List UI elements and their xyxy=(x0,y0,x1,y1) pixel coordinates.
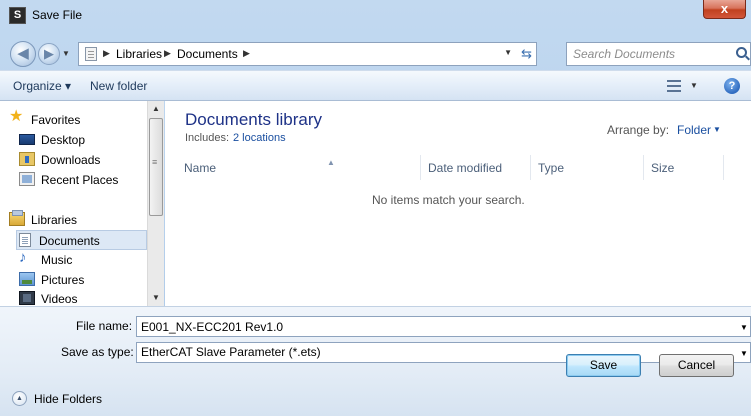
breadcrumb-documents[interactable]: Documents xyxy=(177,47,238,61)
arrange-by-label: Arrange by: xyxy=(607,123,670,137)
scroll-thumb[interactable] xyxy=(149,118,163,216)
change-view-icon[interactable] xyxy=(667,80,681,92)
column-header-type[interactable]: Type xyxy=(531,155,644,180)
scroll-up-icon[interactable]: ▲ xyxy=(148,101,164,117)
library-folder-icon xyxy=(85,47,97,61)
back-button[interactable]: ◀ xyxy=(10,41,36,67)
navigation-scrollbar[interactable]: ▲ ▼ xyxy=(147,101,164,306)
sidebar-item-music[interactable]: ♪ Music xyxy=(19,249,163,270)
includes-locations-link[interactable]: 2 locations xyxy=(233,132,286,144)
empty-list-message: No items match your search. xyxy=(372,193,525,207)
refresh-icon[interactable]: ⇆ xyxy=(521,46,532,62)
sidebar-item-desktop[interactable]: Desktop xyxy=(19,130,163,150)
save-as-type-label: Save as type: xyxy=(61,345,134,359)
sidebar-item-label: Favorites xyxy=(31,113,81,127)
sidebar-item-label: Music xyxy=(41,253,73,267)
sidebar-item-favorites[interactable]: ★ Favorites xyxy=(9,108,155,130)
toolbar: Organize ▾ New folder ▼ ? xyxy=(0,70,751,101)
address-row: ◀ ▶ ▼ ▶ Libraries ▶ Documents ▶ ▼ ⇆ xyxy=(0,36,751,70)
column-header-label: Name xyxy=(184,161,217,175)
save-file-dialog: S Save File x ◀ ▶ ▼ ▶ Libraries ▶ Docume… xyxy=(0,0,751,416)
save-form: File name: ▼ Save as type: EtherCAT Slav… xyxy=(0,306,751,416)
back-arrow-icon: ◀ xyxy=(17,45,29,62)
app-icon: S xyxy=(9,7,26,24)
downloads-icon xyxy=(19,152,35,166)
view-options-dropdown-icon[interactable]: ▼ xyxy=(690,81,698,90)
column-header-label: Size xyxy=(651,161,675,175)
sort-ascending-icon: ▲ xyxy=(327,158,335,167)
close-button[interactable]: x xyxy=(703,0,746,19)
libraries-icon xyxy=(9,210,25,226)
file-name-label: File name: xyxy=(76,319,133,333)
recent-places-icon xyxy=(19,172,35,186)
sidebar-item-label: Documents xyxy=(39,234,100,248)
sidebar-item-libraries[interactable]: Libraries xyxy=(9,210,155,230)
window-title: Save File xyxy=(32,8,83,22)
column-header-name[interactable]: Name ▲ xyxy=(177,155,421,180)
address-dropdown-icon[interactable]: ▼ xyxy=(504,48,512,57)
search-input[interactable] xyxy=(567,43,732,65)
recent-pages-dropdown[interactable]: ▼ xyxy=(62,49,70,58)
file-name-input[interactable] xyxy=(136,316,751,337)
column-header-label: Date modified xyxy=(428,161,503,175)
breadcrumb-separator-icon[interactable]: ▶ xyxy=(103,48,110,59)
hide-folders-label: Hide Folders xyxy=(34,392,103,406)
sidebar-item-label: Desktop xyxy=(41,133,86,147)
help-icon[interactable]: ? xyxy=(724,78,740,94)
column-header-label: Type xyxy=(538,161,565,175)
arrange-dropdown-icon[interactable]: ▼ xyxy=(713,125,721,134)
sidebar-item-label: Recent Places xyxy=(41,173,119,187)
new-folder-button[interactable]: New folder xyxy=(90,79,147,93)
search-box xyxy=(566,42,751,66)
column-header-size[interactable]: Size xyxy=(644,155,724,180)
sidebar-item-label: Libraries xyxy=(31,213,78,227)
sidebar-item-documents[interactable]: Documents xyxy=(16,230,147,250)
breadcrumb-separator-icon[interactable]: ▶ xyxy=(164,48,171,59)
sidebar-item-label: Downloads xyxy=(41,153,101,167)
arrange-by-dropdown[interactable]: Folder xyxy=(677,123,711,137)
forward-arrow-icon: ▶ xyxy=(44,46,54,61)
sidebar-item-label: Pictures xyxy=(41,273,85,287)
file-list-pane: Documents library Includes: 2 locations … xyxy=(165,101,751,306)
save-as-type-dropdown-icon[interactable]: ▼ xyxy=(740,349,748,358)
sidebar-item-pictures[interactable]: Pictures xyxy=(19,270,163,290)
sidebar-item-downloads[interactable]: Downloads xyxy=(19,150,163,170)
library-title: Documents library xyxy=(185,110,322,129)
music-icon: ♪ xyxy=(19,249,27,266)
column-header-date-modified[interactable]: Date modified xyxy=(421,155,531,180)
cancel-button[interactable]: Cancel xyxy=(659,354,734,377)
desktop-icon xyxy=(19,134,35,145)
pictures-icon xyxy=(19,272,35,286)
search-icon[interactable] xyxy=(736,47,747,58)
breadcrumb-libraries[interactable]: Libraries xyxy=(116,47,162,61)
address-bar[interactable]: ▶ Libraries ▶ Documents ▶ ▼ ⇆ xyxy=(78,42,537,66)
collapse-arrow-icon: ▲ xyxy=(12,391,27,406)
sidebar-item-videos[interactable]: Videos xyxy=(19,289,163,306)
star-icon: ★ xyxy=(9,108,24,125)
documents-icon xyxy=(19,233,31,247)
navigation-pane: ★ Favorites Desktop Downloads Recent Pla… xyxy=(0,101,164,306)
scroll-down-icon[interactable]: ▼ xyxy=(148,290,164,306)
videos-icon xyxy=(19,291,35,305)
sidebar-item-label: Videos xyxy=(41,292,78,306)
organize-button[interactable]: Organize ▾ xyxy=(13,79,71,93)
file-name-dropdown-icon[interactable]: ▼ xyxy=(740,323,748,332)
forward-button[interactable]: ▶ xyxy=(38,43,60,65)
sidebar-item-recent-places[interactable]: Recent Places xyxy=(19,170,163,190)
title-bar: S Save File x xyxy=(0,0,751,36)
breadcrumb-separator-icon[interactable]: ▶ xyxy=(243,48,250,59)
includes-label: Includes: xyxy=(185,132,230,144)
save-button[interactable]: Save xyxy=(566,354,641,377)
